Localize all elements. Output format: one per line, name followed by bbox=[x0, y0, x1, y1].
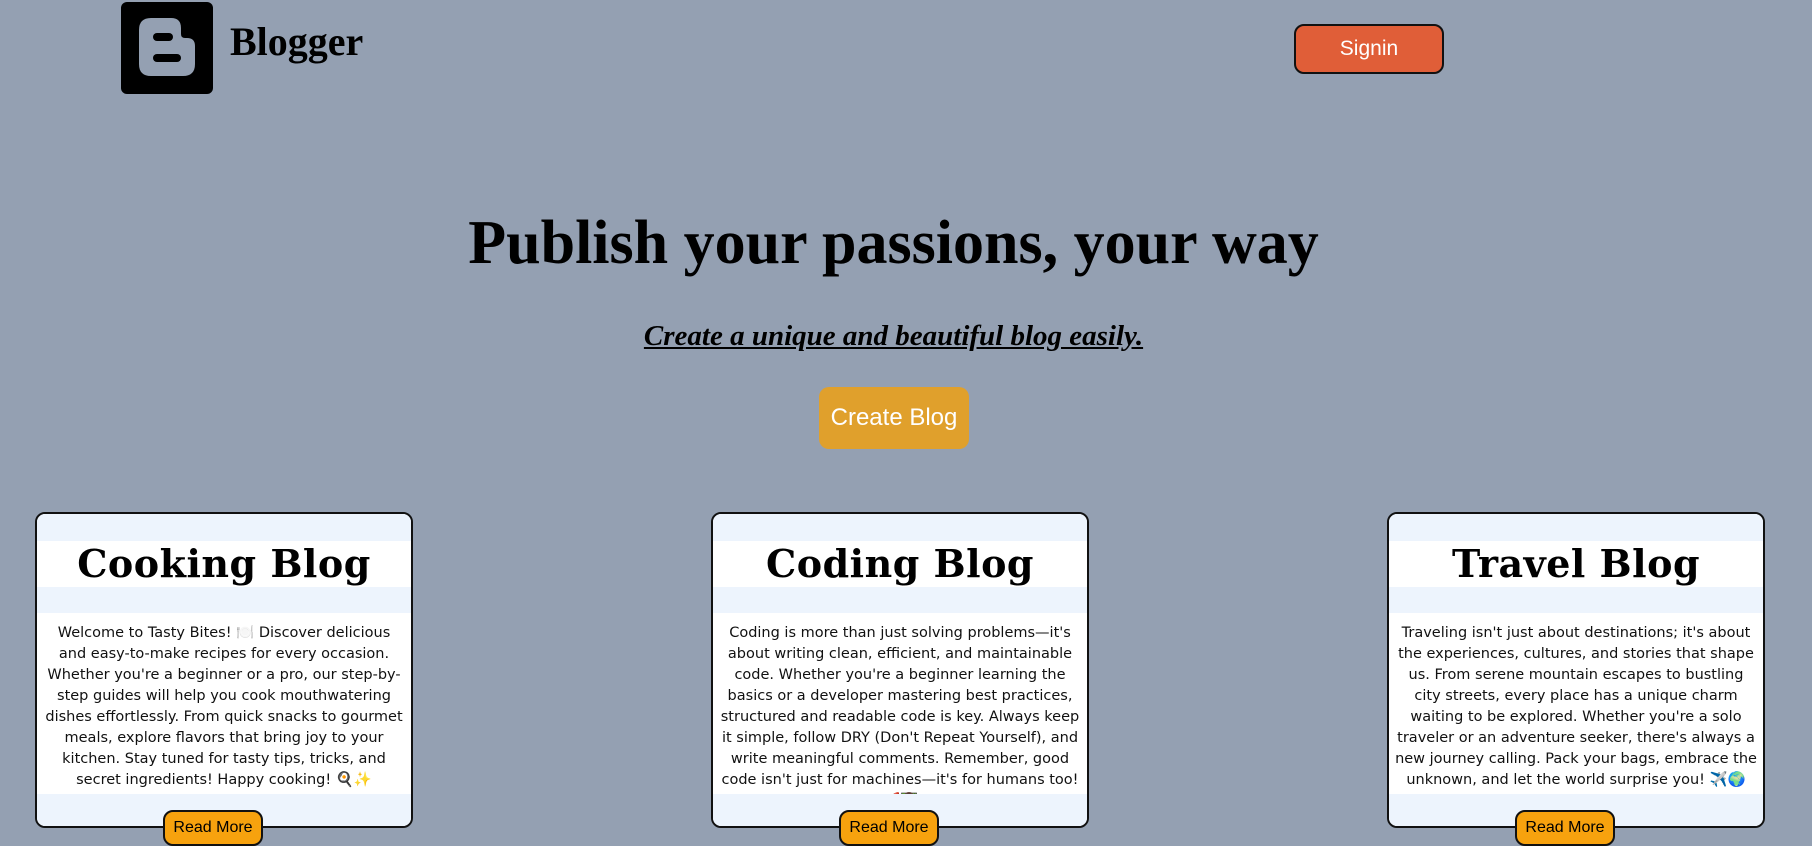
card-band bbox=[713, 587, 1087, 613]
header: Blogger Signin bbox=[0, 0, 1812, 100]
card-title: Travel Blog bbox=[1451, 541, 1701, 586]
card-band bbox=[713, 514, 1087, 541]
blog-card-travel: Travel Blog Traveling isn't just about d… bbox=[1387, 512, 1765, 846]
card-text: Coding is more than just solving problem… bbox=[720, 625, 1080, 809]
blog-card-coding: Coding Blog Coding is more than just sol… bbox=[711, 512, 1089, 846]
signin-button[interactable]: Signin bbox=[1294, 24, 1444, 74]
card-band bbox=[37, 514, 411, 541]
card-band bbox=[1389, 587, 1763, 613]
blogger-logo-icon[interactable] bbox=[121, 2, 213, 94]
card-text: Welcome to Tasty Bites! 🍽️ Discover deli… bbox=[45, 625, 403, 788]
read-more-button[interactable]: Read More bbox=[163, 810, 263, 846]
read-more-button[interactable]: Read More bbox=[839, 810, 939, 846]
card-text: Traveling isn't just about destinations;… bbox=[1395, 625, 1757, 788]
create-blog-button[interactable]: Create Blog bbox=[819, 387, 969, 449]
read-more-button[interactable]: Read More bbox=[1515, 810, 1615, 846]
card-band bbox=[37, 587, 411, 613]
brand-name: Blogger bbox=[230, 19, 364, 64]
blog-card-cooking: Cooking Blog Welcome to Tasty Bites! 🍽️ … bbox=[35, 512, 413, 846]
card-title: Cooking Blog bbox=[77, 541, 371, 586]
card-band bbox=[1389, 514, 1763, 541]
hero-title: Publish your passions, your way bbox=[468, 209, 1319, 277]
hero-subtitle: Create a unique and beautiful blog easil… bbox=[643, 320, 1144, 352]
blogger-b-icon bbox=[139, 18, 195, 76]
card-title: Coding Blog bbox=[766, 541, 1034, 586]
